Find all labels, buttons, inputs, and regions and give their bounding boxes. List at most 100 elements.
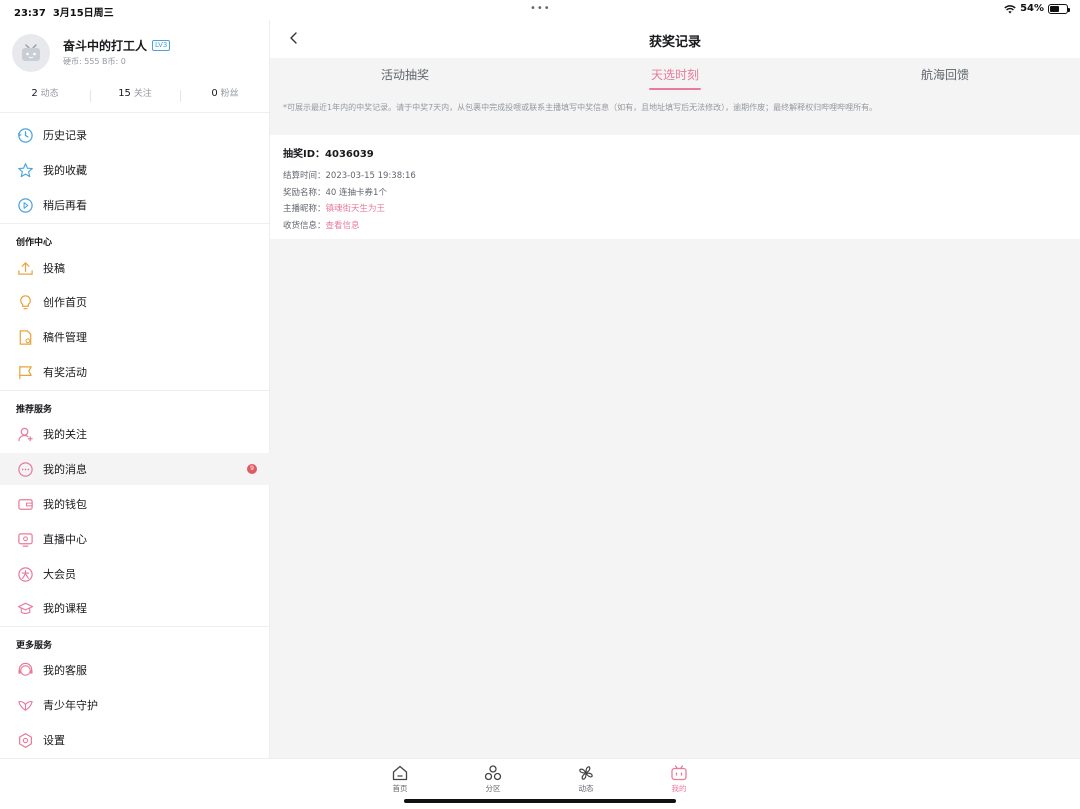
menu-label: 创作首页 (43, 296, 87, 309)
vip-icon (16, 565, 34, 583)
category-icon (484, 765, 502, 781)
menu-prize-activities[interactable]: 有奖活动 (0, 356, 270, 388)
menu-label: 青少年守护 (43, 699, 98, 712)
menu-watch-later[interactable]: 稍后再看 (0, 189, 270, 221)
wifi-icon (1004, 4, 1016, 13)
tabbar-mine[interactable]: 我的 (659, 764, 699, 794)
view-info-link[interactable]: 查看信息 (326, 221, 360, 231)
youth-icon (16, 696, 34, 714)
username: 奋斗中的打工人 LV3 (63, 37, 171, 54)
headset-icon (16, 661, 34, 679)
menu-label: 历史记录 (43, 129, 87, 142)
menu-label: 我的课程 (43, 602, 87, 615)
menu-label: 投稿 (43, 262, 65, 275)
battery-percent: 54% (1020, 3, 1044, 14)
bottom-tab-bar: 首页 分区 动态 我的 (0, 758, 1080, 809)
menu-label: 有奖活动 (43, 366, 87, 379)
unread-badge: 9 (247, 464, 257, 474)
streamer-link[interactable]: 镇魂街天生为王 (326, 204, 386, 214)
document-icon (16, 328, 34, 346)
menu-youth-protection[interactable]: 青少年守护 (0, 689, 270, 721)
bulb-icon (16, 293, 34, 311)
course-icon (16, 599, 34, 617)
home-icon (392, 765, 408, 781)
history-icon (16, 126, 34, 144)
stat-followers[interactable]: 0 粉丝 (180, 86, 270, 108)
menu-label: 我的消息 (43, 463, 87, 476)
menu-my-following[interactable]: 我的关注 (0, 418, 270, 450)
menu-label: 我的客服 (43, 664, 87, 677)
menu-wallet[interactable]: 我的钱包 (0, 488, 270, 520)
menu-label: 我的收藏 (43, 164, 87, 177)
flag-icon (16, 363, 34, 381)
home-indicator[interactable] (404, 799, 676, 803)
coin-balance: 硬币: 555 B币: 0 (63, 57, 126, 66)
menu-label: 设置 (43, 734, 65, 747)
message-icon (16, 460, 34, 478)
tab-activity-lottery[interactable]: 活动抽奖 (270, 58, 540, 92)
divider (0, 390, 270, 391)
tabbar-home[interactable]: 首页 (380, 764, 420, 794)
menu-courses[interactable]: 我的课程 (0, 592, 270, 624)
record-streamer: 主播昵称：镇魂街天生为王 (283, 204, 386, 214)
upload-icon (16, 259, 34, 277)
menu-creation-home[interactable]: 创作首页 (0, 286, 270, 318)
stat-dynamics[interactable]: 2 动态 (0, 86, 90, 108)
menu-label: 我的关注 (43, 428, 87, 441)
notice-text: *可展示最近1年内的中奖记录。请于中奖7天内，从包裹中完成投喂或联系主播填写中奖… (283, 103, 878, 112)
record-id: 抽奖ID：4036039 (283, 149, 374, 160)
divider (0, 223, 270, 224)
status-time: 23:37 3月15日周三 (14, 8, 114, 19)
menu-label: 直播中心 (43, 533, 87, 546)
user-follow-icon (16, 425, 34, 443)
section-title-creation: 创作中心 (16, 238, 53, 248)
sidebar: 奋斗中的打工人 LV3 硬币: 555 B币: 0 2 动态 15 关注 0 粉丝… (0, 20, 270, 758)
status-bar: 23:37 3月15日周三 ••• 54% (0, 0, 1080, 20)
avatar[interactable] (12, 34, 50, 72)
tab-voyage-reward[interactable]: 航海回馈 (810, 58, 1080, 92)
menu-favorites[interactable]: 我的收藏 (0, 154, 270, 186)
menu-upload[interactable]: 投稿 (0, 252, 270, 284)
menu-label: 稿件管理 (43, 331, 87, 344)
record-prize: 奖励名称：40 连抽卡券1个 (283, 187, 387, 198)
battery-level (1050, 5, 1059, 12)
tabbar-dynamic[interactable]: 动态 (566, 764, 606, 794)
record-card: 抽奖ID：4036039 结算时间：2023-03-15 19:38:16 奖励… (270, 135, 1080, 239)
tabbar-category[interactable]: 分区 (473, 764, 513, 794)
section-title-recommend: 推荐服务 (16, 405, 53, 415)
divider (0, 112, 270, 113)
record-tabs: 活动抽奖 天选时刻 航海回馈 (270, 58, 1080, 92)
wallet-icon (16, 495, 34, 513)
menu-my-messages[interactable]: 我的消息 9 (0, 453, 270, 485)
divider (0, 626, 270, 627)
profile-stats: 2 动态 15 关注 0 粉丝 (0, 86, 270, 108)
star-icon (16, 161, 34, 179)
multitask-dots[interactable]: ••• (530, 3, 551, 14)
tv-mascot-icon (22, 44, 40, 61)
menu-label: 稍后再看 (43, 199, 87, 212)
mine-icon (671, 765, 687, 781)
menu-settings[interactable]: 设置 (0, 724, 270, 756)
settings-icon (16, 731, 34, 749)
menu-customer-service[interactable]: 我的客服 (0, 654, 270, 686)
menu-manuscripts[interactable]: 稿件管理 (0, 321, 270, 353)
section-title-more: 更多服务 (16, 641, 53, 651)
menu-history[interactable]: 历史记录 (0, 119, 270, 151)
play-later-icon (16, 196, 34, 214)
record-shipping: 收货信息：查看信息 (283, 220, 360, 231)
profile-header[interactable]: 奋斗中的打工人 LV3 硬币: 555 B币: 0 (12, 34, 262, 74)
stat-following[interactable]: 15 关注 (90, 86, 180, 108)
menu-vip[interactable]: 大会员 (0, 558, 270, 590)
menu-label: 我的钱包 (43, 498, 87, 511)
menu-live-center[interactable]: 直播中心 (0, 523, 270, 555)
tab-tianxuan[interactable]: 天选时刻 (540, 58, 810, 92)
level-badge: LV3 (152, 40, 171, 51)
live-icon (16, 530, 34, 548)
dynamic-icon (579, 766, 593, 780)
nav-bar: 获奖记录 (270, 20, 1080, 58)
status-right: 54% (1004, 3, 1070, 14)
record-settle-time: 结算时间：2023-03-15 19:38:16 (283, 171, 416, 181)
page-title: 获奖记录 (648, 35, 701, 50)
menu-label: 大会员 (43, 568, 76, 581)
main-panel: 获奖记录 活动抽奖 天选时刻 航海回馈 *可展示最近1年内的中奖记录。请于中奖7… (270, 20, 1080, 758)
